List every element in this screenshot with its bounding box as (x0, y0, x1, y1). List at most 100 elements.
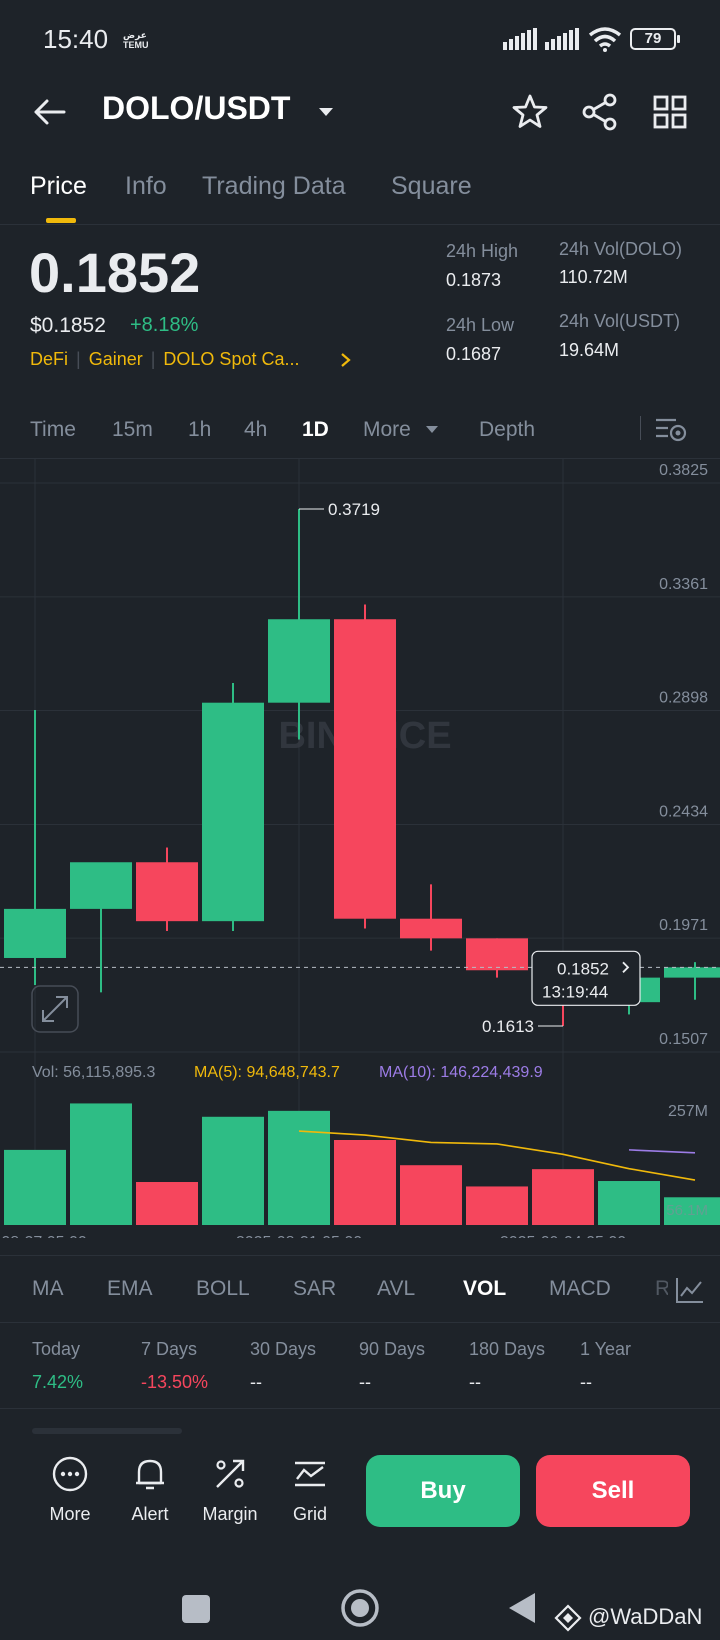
tf-4h[interactable]: 4h (244, 418, 267, 442)
perf-value-7d: -13.50% (141, 1372, 209, 1392)
y-tick-label: 0.1971 (659, 917, 708, 934)
system-nav-bar: @WaDDaN (0, 1550, 720, 1640)
tf-depth[interactable]: Depth (479, 418, 535, 442)
chart-settings-icon[interactable] (654, 416, 688, 442)
low-label: 24h Low (446, 315, 515, 335)
tab-price[interactable]: Price (30, 172, 87, 201)
ind-sar[interactable]: SAR (293, 1277, 336, 1301)
ind-avl[interactable]: AVL (377, 1277, 415, 1301)
perf-label-180d: 180 Days (469, 1339, 546, 1359)
vol-base-value: 110.72M (559, 267, 628, 287)
tf-1d[interactable]: 1D (302, 418, 329, 442)
chevron-right-icon[interactable] (340, 352, 352, 368)
volume-bar (598, 1181, 660, 1225)
candle-body (400, 918, 462, 939)
ind-ma[interactable]: MA (32, 1277, 64, 1301)
price-change: +8.18% (130, 314, 199, 336)
tab-info[interactable]: Info (125, 172, 167, 201)
vol-label: Vol: 56,115,895.3 (32, 1064, 155, 1081)
tab-trading-data[interactable]: Trading Data (202, 172, 346, 201)
divider (640, 416, 641, 440)
tf-15m[interactable]: 15m (112, 418, 153, 442)
temu-line-1: عرض (123, 30, 147, 40)
more-caret-icon[interactable] (425, 425, 439, 435)
y-tick-label: 0.3825 (659, 462, 708, 479)
candle-body (202, 702, 264, 922)
candle-body (664, 967, 720, 978)
tf-time[interactable]: Time (30, 418, 76, 442)
low-value: 0.1687 (446, 344, 502, 364)
y-tick-label: 0.2434 (659, 803, 708, 820)
tag-gainer[interactable]: Gainer (89, 349, 143, 369)
tag-row[interactable]: DeFi | Gainer | DOLO Spot Ca... (30, 349, 299, 370)
expand-icon (42, 996, 68, 1022)
volume-bar (4, 1149, 66, 1225)
star-icon[interactable] (510, 92, 550, 132)
candle-body (466, 938, 528, 971)
margin-label: Margin (202, 1504, 258, 1524)
buy-button[interactable]: Buy (366, 1455, 520, 1527)
high-value: 0.1873 (446, 270, 502, 290)
candle-body (70, 862, 132, 909)
tag-campaign[interactable]: DOLO Spot Ca... (163, 349, 299, 369)
tf-1h[interactable]: 1h (188, 418, 211, 442)
alert-button[interactable]: Alert (115, 1455, 185, 1525)
chevron-down-icon[interactable] (318, 106, 334, 118)
status-time: 15:40 (43, 24, 109, 54)
pair-title[interactable]: DOLO/USDT (102, 90, 290, 127)
candle-body (268, 619, 330, 703)
battery-icon: 79 (630, 28, 676, 50)
min-price-label: 0.1613 (482, 1017, 534, 1036)
candle-body (334, 619, 396, 919)
x-tick-label: -08-27 05:00 (0, 1234, 87, 1238)
back-arrow-icon[interactable] (30, 92, 70, 132)
perf-label-90d: 90 Days (359, 1339, 426, 1359)
more-button[interactable]: More (35, 1455, 105, 1525)
perf-value-1y: -- (580, 1372, 592, 1392)
vol-tick-label: 257M (668, 1103, 708, 1120)
bell-icon (136, 1459, 164, 1490)
back-nav-icon[interactable] (507, 1591, 537, 1625)
more-label: More (49, 1504, 91, 1524)
tf-more[interactable]: More (363, 418, 411, 442)
battery-tip (677, 35, 680, 43)
countdown-text: 13:19:44 (542, 982, 608, 1001)
ma5-label: MA(5): 94,648,743.7 (194, 1064, 340, 1081)
indicator-settings-icon[interactable] (675, 1276, 705, 1304)
perf-label-today: Today (32, 1339, 81, 1359)
recents-icon[interactable] (182, 1595, 210, 1623)
ind-macd[interactable]: MACD (549, 1277, 611, 1301)
signal-icon-2 (545, 28, 579, 50)
temu-line-2: TEMU (123, 40, 149, 50)
ma10-line (628, 1149, 696, 1154)
share-icon[interactable] (580, 92, 620, 132)
ind-vol[interactable]: VOL (463, 1277, 506, 1301)
volume-bar (268, 1110, 330, 1225)
perf-label-7d: 7 Days (141, 1339, 198, 1359)
max-price-label: 0.3719 (328, 500, 380, 519)
volume-bar (400, 1165, 462, 1225)
temu-notification-icon: عرض TEMU (123, 30, 149, 50)
ind-boll[interactable]: BOLL (196, 1277, 250, 1301)
grid-button[interactable]: Grid (275, 1455, 345, 1525)
scroll-hint (32, 1428, 182, 1434)
tab-square[interactable]: Square (391, 172, 472, 201)
current-price-tag-text: 0.1852 (557, 959, 609, 978)
signal-icon (503, 28, 537, 50)
kline-chart[interactable]: 0.38250.33610.28980.24340.19710.1507BINA… (0, 458, 720, 1238)
divider (0, 1322, 720, 1323)
x-tick-label: 2025-08-31 05:00 (236, 1234, 362, 1238)
active-tab-indicator (46, 218, 76, 223)
volume-bar (532, 1169, 594, 1225)
vol-base-label: 24h Vol(DOLO) (559, 239, 683, 259)
margin-button[interactable]: Margin (195, 1455, 265, 1525)
ind-ema[interactable]: EMA (107, 1277, 153, 1301)
tag-defi[interactable]: DeFi (30, 349, 68, 369)
grid-label: Grid (292, 1504, 327, 1524)
perf-label-30d: 30 Days (250, 1339, 317, 1359)
grid-menu-icon[interactable] (650, 92, 690, 132)
sell-button[interactable]: Sell (536, 1455, 690, 1527)
volume-bar (202, 1116, 264, 1225)
home-icon[interactable] (340, 1588, 380, 1628)
vol-tick-label: 56.1M (666, 1202, 708, 1219)
